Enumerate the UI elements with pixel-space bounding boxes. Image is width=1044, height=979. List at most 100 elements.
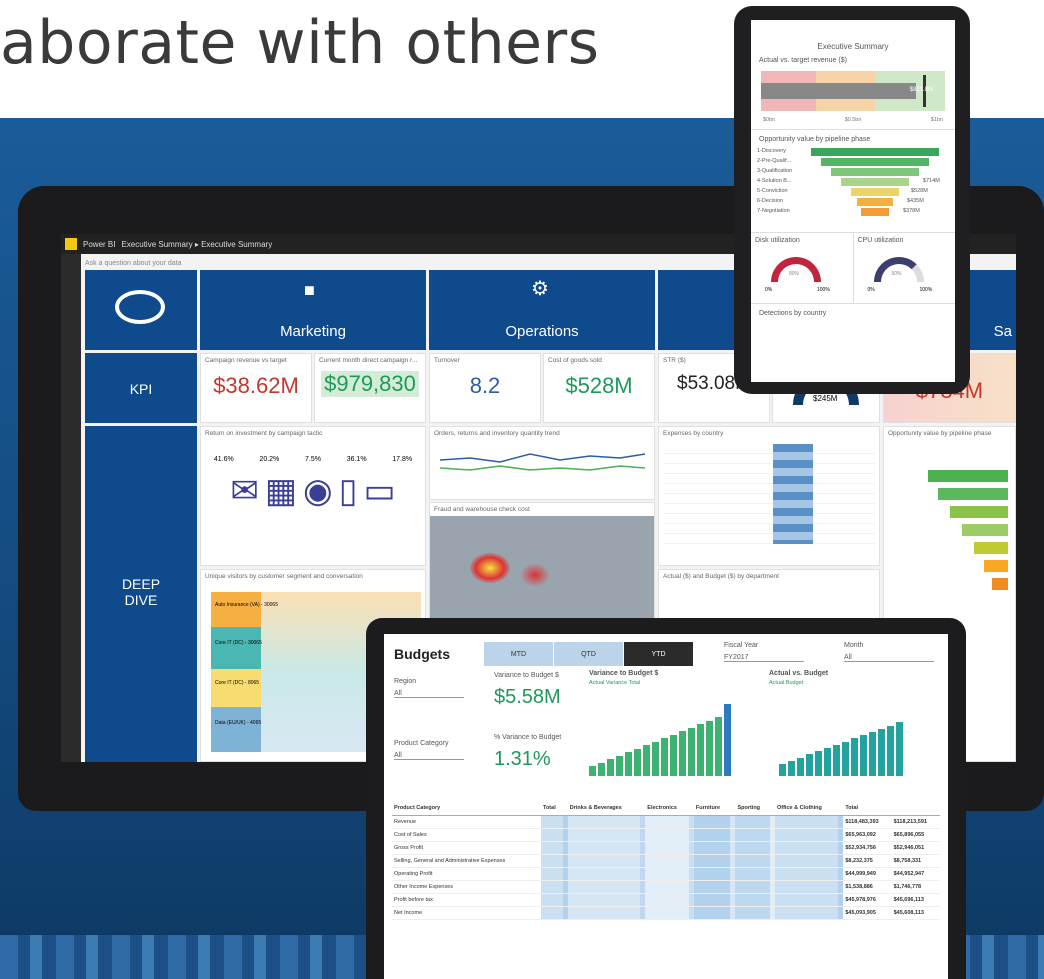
table-row[interactable]: Gross Profit $52,934,756 $52,946,051 (392, 841, 940, 855)
table-row[interactable]: Profit before tax $45,978,976 $45,696,113 (392, 893, 940, 907)
table-row[interactable]: Cost of Sales $65,963,092 $65,896,055 (392, 828, 940, 842)
phone-funnel[interactable]: 1-Discovery 2-Pre-Qualif... 3-Qualificat… (751, 146, 955, 226)
header-cell: Sporting (735, 802, 770, 816)
funnel-bar (857, 198, 893, 206)
powerbi-logo-icon[interactable] (65, 238, 77, 250)
left-nav-rail[interactable] (61, 254, 81, 762)
heat-spot (520, 563, 550, 587)
table-row[interactable]: Revenue $118,483,393 $118,213,591 (392, 815, 940, 829)
table-row[interactable]: Other Income Expenses $1,538,886 $1,746,77… (392, 880, 940, 894)
table-row[interactable]: Operating Profit $44,999,949 $44,952,947 (392, 867, 940, 881)
table-cell: Selling, General and Administrative Expe… (392, 854, 541, 868)
orders-tile[interactable]: Orders, returns and inventory quantity t… (429, 426, 655, 500)
table-cell (567, 841, 641, 855)
gear-icon: ⚙ (531, 278, 549, 300)
expenses-tile[interactable]: Expenses by country (658, 426, 880, 566)
month-select[interactable]: All (844, 654, 934, 662)
table-cell: $8,232,375 (843, 854, 892, 868)
table-cell: $118,213,591 (891, 815, 940, 829)
chart-bar (607, 759, 614, 776)
table-cell (774, 828, 839, 842)
table-cell (735, 867, 770, 881)
table-cell: Gross Profit (392, 841, 541, 855)
calendar-icon: ▦ (264, 472, 298, 510)
chart-bar (851, 738, 858, 776)
table-cell (567, 867, 641, 881)
table-cell: Net Income (392, 906, 541, 920)
product-select[interactable]: All (394, 752, 464, 760)
tab-qtd[interactable]: QTD (554, 642, 624, 666)
table-cell: Revenue (392, 815, 541, 829)
campaign-title: Campaign revenue vs target (205, 357, 287, 364)
operations-tile[interactable]: ⚙ Operations (429, 270, 655, 350)
table-cell (645, 815, 689, 829)
chart1-legend: Actual Variance Total (589, 680, 640, 686)
fiscal-label: Fiscal Year (724, 642, 759, 649)
table-cell: $1,746,778 (891, 880, 940, 894)
logo-tile[interactable] (85, 270, 197, 350)
table-cell: Other Income Expenses (392, 880, 541, 894)
breadcrumb[interactable]: Executive Summary ▸ Executive Summary (121, 240, 272, 249)
funnel-bar (928, 470, 1008, 482)
pct-variance-label: % Variance to Budget (494, 734, 562, 741)
fiscal-select[interactable]: FY2017 (724, 654, 804, 662)
region-select[interactable]: All (394, 690, 464, 698)
table-cell (838, 815, 844, 829)
phone-gauges: Disk utilization 80% 0% 100% CPU utiliza… (751, 232, 955, 303)
orders-line (439, 453, 646, 463)
table-cell (567, 893, 641, 907)
marketing-tile[interactable]: ■ Marketing (200, 270, 426, 350)
tab-ytd[interactable]: YTD (624, 642, 694, 666)
chart-bar (797, 757, 804, 776)
table-cell (541, 841, 563, 855)
table-cell (645, 906, 689, 920)
roi-tile[interactable]: Return on investment by campaign tactic … (200, 426, 426, 566)
turnover-tile[interactable]: Turnover 8.2 (429, 353, 541, 423)
chart-bar (887, 725, 894, 776)
current-title: Current month direct campaign r... (319, 357, 418, 364)
disk-gauge[interactable]: Disk utilization 80% 0% 100% (751, 233, 854, 303)
cogs-tile[interactable]: Cost of goods sold $528M (543, 353, 655, 423)
turnover-value: 8.2 (469, 373, 501, 398)
region-label: Region (394, 678, 417, 685)
table-row[interactable]: Selling, General and Administrative Expe… (392, 854, 940, 868)
table-cell: $65,963,092 (843, 828, 892, 842)
phase-value: $435M (907, 198, 924, 204)
header-cell: Furniture (693, 802, 731, 816)
chart2-title: Actual vs. Budget (769, 670, 829, 677)
roi-pct: 17.8% (392, 456, 413, 463)
chart-bar (724, 704, 731, 776)
table-row[interactable]: Net Income $45,093,905 $45,608,113 (392, 906, 940, 920)
chart-bar (616, 755, 623, 776)
actual-budget-chart[interactable] (779, 694, 939, 776)
table-cell (645, 867, 689, 881)
roi-icons: ✉ ▦ ◉ ▯ ▭ (201, 471, 425, 511)
chart-bar (842, 741, 849, 776)
table-cell (838, 854, 844, 868)
current-month-tile[interactable]: Current month direct campaign r... $979,… (314, 353, 426, 423)
table-cell (693, 854, 731, 868)
funnel-bar (974, 542, 1008, 554)
header-cell: Total (541, 802, 563, 816)
qa-input[interactable]: Ask a question about your data (85, 260, 182, 267)
tab-mtd[interactable]: MTD (484, 642, 554, 666)
funnel-bar (821, 158, 929, 166)
flow-source (211, 592, 261, 752)
table-cell (693, 841, 731, 855)
phase-value: $528M (911, 188, 928, 194)
flow-label: Core IT (DC) - 8065 (215, 680, 260, 686)
gauge-max: 100% (817, 287, 830, 293)
bullet-bar (761, 83, 916, 99)
chart-bar (715, 717, 722, 776)
bullet-chart[interactable]: $821.8M (761, 71, 945, 111)
expenses-table (663, 444, 875, 552)
variance-chart[interactable] (589, 694, 754, 776)
table-cell (645, 893, 689, 907)
campaign-tile[interactable]: Campaign revenue vs target $38.62M (200, 353, 312, 423)
flow-label: Auto Insurance (VA) - 30065 (215, 602, 278, 608)
table-cell (693, 867, 731, 881)
cpu-gauge[interactable]: CPU utilization 50% 0% 100% (854, 233, 956, 303)
roi-pct: 36.1% (346, 456, 367, 463)
table-cell (838, 906, 844, 920)
table-cell (567, 815, 641, 829)
